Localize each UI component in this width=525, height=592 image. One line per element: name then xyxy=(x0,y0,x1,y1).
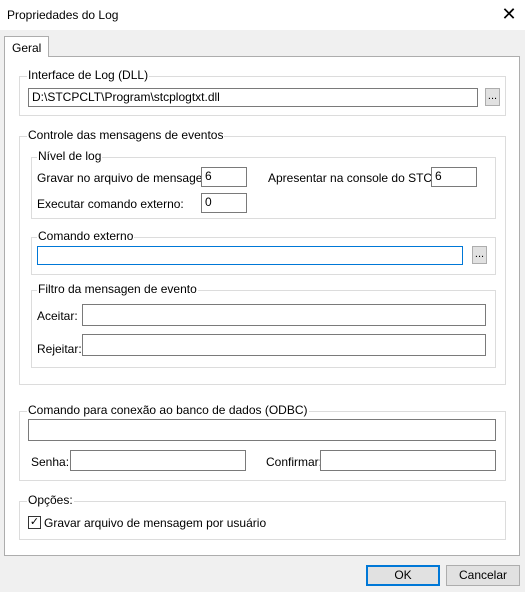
console-level-label: Apresentar na console do STCP: xyxy=(268,171,444,185)
cancel-button[interactable]: Cancelar xyxy=(446,565,520,586)
confirm-label: Confirmar: xyxy=(266,455,323,469)
password-input[interactable] xyxy=(70,450,246,471)
browse-command-button[interactable]: ... xyxy=(472,246,487,264)
window-title: Propriedades do Log xyxy=(7,8,119,22)
accept-input[interactable] xyxy=(82,304,486,326)
password-label: Senha: xyxy=(31,455,70,469)
file-level-label: Gravar no arquivo de mensagem: xyxy=(37,171,216,185)
per-user-label[interactable]: Gravar arquivo de mensagem por usuário xyxy=(44,516,266,530)
event-control-legend: Controle das mensagens de eventos xyxy=(27,128,225,142)
odbc-command-input[interactable] xyxy=(28,419,496,441)
external-command-legend: Comando externo xyxy=(37,229,135,243)
dll-path-input[interactable]: D:\STCPCLT\Program\stcplogtxt.dll xyxy=(28,88,478,107)
tab-geral[interactable]: Geral xyxy=(4,36,49,57)
odbc-legend: Comando para conexão ao banco de dados (… xyxy=(27,403,309,417)
ok-button[interactable]: OK xyxy=(366,565,440,586)
log-level-legend: Nível de log xyxy=(37,149,103,163)
reject-input[interactable] xyxy=(82,334,486,356)
per-user-checkbox[interactable]: ✓ xyxy=(28,516,41,529)
exec-level-label: Executar comando externo: xyxy=(37,197,184,211)
log-interface-legend: Interface de Log (DLL) xyxy=(27,68,150,82)
exec-level-input[interactable]: 0 xyxy=(201,193,247,213)
confirm-password-input[interactable] xyxy=(320,450,496,471)
file-level-input[interactable]: 6 xyxy=(201,167,247,187)
tab-label: Geral xyxy=(12,41,42,55)
external-command-input[interactable] xyxy=(37,246,463,265)
close-icon[interactable]: ✕ xyxy=(496,3,522,25)
accept-label: Aceitar: xyxy=(37,309,78,323)
browse-dll-button[interactable]: ... xyxy=(485,88,500,106)
options-legend: Opções: xyxy=(27,493,74,507)
event-filter-legend: Filtro da mensagen de evento xyxy=(37,282,198,296)
reject-label: Rejeitar: xyxy=(37,342,82,356)
event-filter-group xyxy=(31,290,496,368)
console-level-input[interactable]: 6 xyxy=(431,167,477,187)
